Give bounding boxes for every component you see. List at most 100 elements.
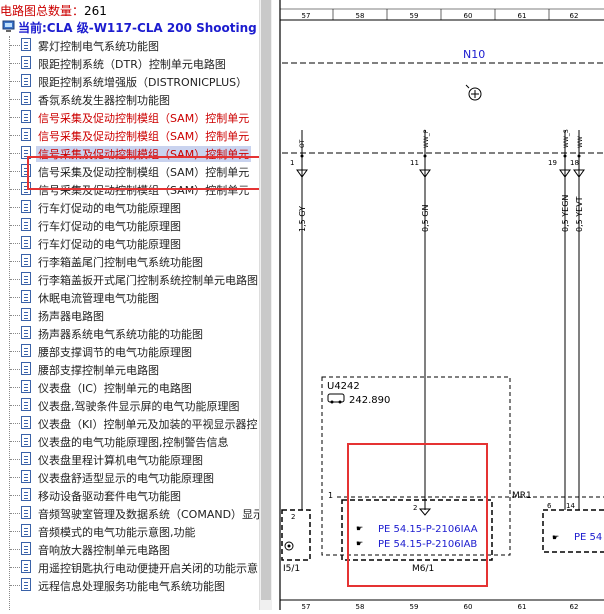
tree-item[interactable]: 香氛系统发生器控制功能图: [0, 90, 259, 108]
document-icon: [21, 362, 31, 375]
pin-number: 2: [413, 504, 417, 512]
tree-item-label: 行车灯促动的电气功能原理图: [38, 220, 181, 233]
tree-item-label: 远程信息处理服务功能电气系统功能图: [38, 580, 225, 593]
tree-branch-line: [10, 513, 20, 514]
tree-item[interactable]: 信号采集及促动控制模组（SAM）控制单元: [0, 126, 259, 144]
col-num: 61: [518, 603, 527, 610]
col-num: 59: [410, 12, 419, 20]
col-num: 62: [570, 603, 579, 610]
tree-item-label: 行车灯促动的电气功能原理图: [38, 238, 181, 251]
document-icon: [21, 56, 31, 69]
tree-item[interactable]: 行李箱盖尾门控制电气系统功能图: [0, 252, 259, 270]
pin-number: 1: [290, 159, 294, 167]
tree-item[interactable]: 信号采集及促动控制模组（SAM）控制单元: [0, 108, 259, 126]
tree-item[interactable]: 腰部支撑调节的电气功能原理图: [0, 342, 259, 360]
ecu-name[interactable]: U4242: [327, 381, 360, 392]
tree-branch-line: [10, 441, 20, 442]
tree-item-label: 限距控制系统增强版（DISTRONICPLUS）: [38, 76, 248, 89]
tree-branch-line: [10, 315, 20, 316]
tree-item-label: 仪表盘舒适型显示的电气功能原理图: [38, 472, 214, 485]
document-icon: [21, 380, 31, 393]
tree-item-label: 限距控制系统（DTR）控制单元电路图: [38, 58, 226, 71]
tree-item[interactable]: 仪表盘里程计算机电气功能原理图: [0, 450, 259, 468]
pin-number: 6: [547, 502, 552, 510]
document-icon: [21, 344, 31, 357]
tree-item[interactable]: 行车灯促动的电气功能原理图: [0, 234, 259, 252]
tree-item[interactable]: 雾灯控制电气系统功能图: [0, 36, 259, 54]
tree-item[interactable]: 腰部支撑控制单元电路图: [0, 360, 259, 378]
tree-item[interactable]: 限距控制系统增强版（DISTRONICPLUS）: [0, 72, 259, 90]
col-num: 57: [302, 603, 311, 610]
connector-name[interactable]: M6/1: [412, 564, 434, 574]
pin-number: 19: [548, 159, 557, 167]
document-icon: [21, 398, 31, 411]
tree-item[interactable]: 音频驾驶室管理及数据系统（COMAND）显示: [0, 504, 259, 522]
wire-pin11[interactable]: [419, 130, 431, 510]
tree-branch-line: [10, 99, 20, 100]
document-icon: [21, 560, 31, 573]
tree-branch-line: [10, 567, 20, 568]
tree-item-label: 行李箱盖扳开式尾门控制系统控制单元电路图: [38, 274, 258, 287]
tree-branch-line: [10, 117, 20, 118]
tree-branch-line: [10, 225, 20, 226]
tree-branch-line: [10, 153, 20, 154]
wire-label: 1,5 GY: [298, 206, 307, 232]
component-label[interactable]: I5/1: [283, 564, 300, 574]
top-ruler: 57 58 59 60 61 62: [302, 9, 579, 20]
wire-pin1[interactable]: [296, 130, 308, 510]
pin-number: 11: [410, 159, 419, 167]
module-n10-label[interactable]: N10: [463, 48, 485, 61]
tree-item[interactable]: 仪表盘,驾驶条件显示屏的电气功能原理图: [0, 396, 259, 414]
tree-item[interactable]: 仪表盘（IC）控制单元的电路图: [0, 378, 259, 396]
wire-pin19[interactable]: [559, 130, 571, 510]
tree-item[interactable]: 音频模式的电气功能示意图,功能: [0, 522, 259, 540]
circuit-diagram-view[interactable]: 57 58 59 60 61 62 N10 OT WW_P WW_S WW 1 …: [272, 0, 604, 611]
tree-item-label: 扬声器系统电气系统功能的功能图: [38, 328, 203, 341]
tree-item[interactable]: 远程信息处理服务功能电气系统功能图: [0, 576, 259, 594]
tree-item-label: 行李箱盖尾门控制电气系统功能图: [38, 256, 203, 269]
tree-branch-line: [10, 45, 20, 46]
document-icon: [21, 200, 31, 213]
pe-link[interactable]: PE 54.15-P-2106IAA: [378, 524, 478, 535]
tree-item[interactable]: 扬声器系统电气系统功能的功能图: [0, 324, 259, 342]
tree-item[interactable]: 扬声器电路图: [0, 306, 259, 324]
tree-branch-line: [10, 135, 20, 136]
document-icon: [21, 452, 31, 465]
document-icon: [21, 254, 31, 267]
tree-item[interactable]: 移动设备驱动套件电气功能图: [0, 486, 259, 504]
wire-pin18[interactable]: [573, 130, 585, 510]
tree-item-label: 腰部支撑调节的电气功能原理图: [38, 346, 192, 359]
tree-item[interactable]: 行车灯促动的电气功能原理图: [0, 216, 259, 234]
tree-item-label: 仪表盘里程计算机电气功能原理图: [38, 454, 203, 467]
tree-item[interactable]: 用遥控钥匙执行电动便捷开启关闭的功能示意: [0, 558, 259, 576]
count-value: 261: [84, 4, 107, 18]
tree-item[interactable]: 休眠电流管理电气功能图: [0, 288, 259, 306]
col-num: 59: [410, 603, 419, 610]
computer-icon: [2, 20, 15, 32]
tree-branch-line: [10, 423, 20, 424]
tree-item[interactable]: 仪表盘（KI）控制单元及加装的平视显示器控: [0, 414, 259, 432]
tree-item-label: 休眠电流管理电气功能图: [38, 292, 159, 305]
tree-item-label: 音频模式的电气功能示意图,功能: [38, 526, 196, 539]
tree-item[interactable]: 仪表盘舒适型显示的电气功能原理图: [0, 468, 259, 486]
scrollbar-thumb[interactable]: [261, 0, 271, 600]
tree-item[interactable]: 行李箱盖扳开式尾门控制系统控制单元电路图: [0, 270, 259, 288]
tree-branch-line: [10, 531, 20, 532]
pe-link-right[interactable]: PE 54: [574, 532, 602, 543]
vertical-scrollbar[interactable]: [259, 0, 272, 610]
col-num: 60: [464, 603, 473, 610]
hand-icon: ☛: [356, 524, 363, 533]
tree-item[interactable]: 行车灯促动的电气功能原理图: [0, 198, 259, 216]
pin-number: 2: [291, 513, 295, 521]
tree-item[interactable]: 音响放大器控制单元电路图: [0, 540, 259, 558]
col-num: 57: [302, 12, 311, 20]
tree-item-label: 用遥控钥匙执行电动便捷开启关闭的功能示意: [38, 562, 258, 575]
connector-pin-label: 1: [328, 491, 333, 500]
tree-item[interactable]: 仪表盘的电气功能原理图,控制警告信息: [0, 432, 259, 450]
document-icon: [21, 38, 31, 51]
tree-item-label: 移动设备驱动套件电气功能图: [38, 490, 181, 503]
col-num: 62: [570, 12, 579, 20]
wire-label: 0,5 GN: [421, 205, 430, 232]
tree-item[interactable]: 限距控制系统（DTR）控制单元电路图: [0, 54, 259, 72]
pe-link[interactable]: PE 54.15-P-2106IAB: [378, 539, 477, 550]
